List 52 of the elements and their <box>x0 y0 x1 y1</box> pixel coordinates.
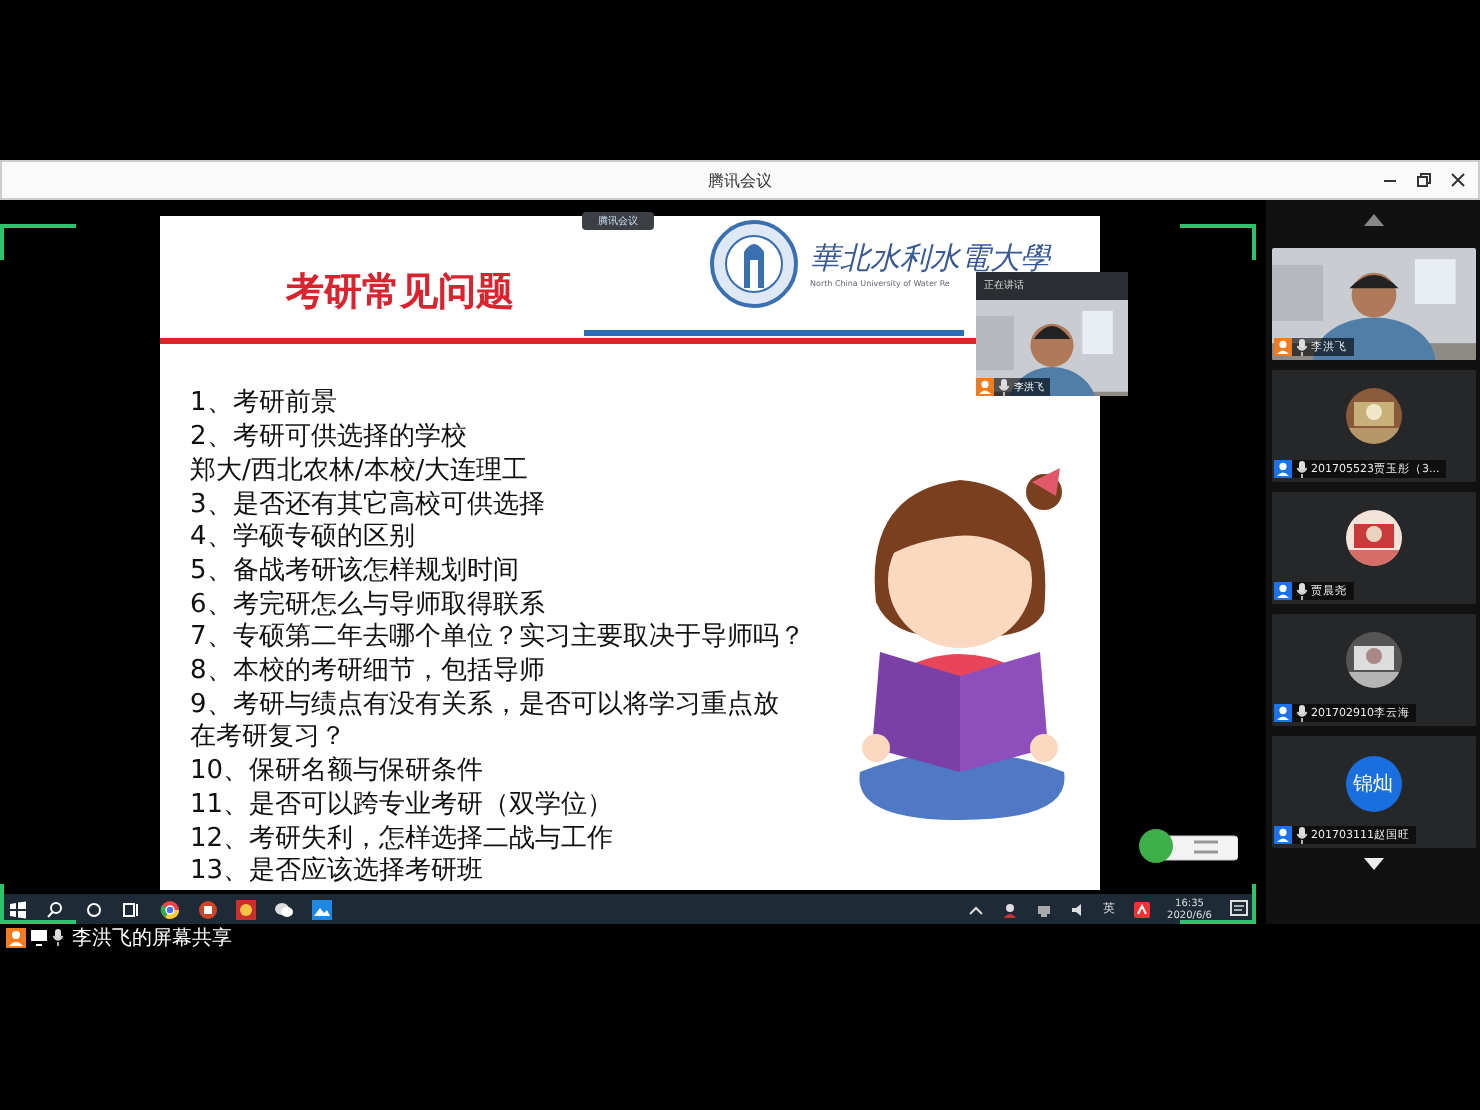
question-text: 10、保研名额与保研条件 <box>190 756 486 790</box>
close-icon[interactable] <box>1450 172 1466 188</box>
windows-start-icon[interactable] <box>8 899 28 919</box>
speaker-icon[interactable] <box>1069 901 1086 917</box>
app-icon[interactable] <box>236 899 256 919</box>
avatar-initials: 锦灿 <box>1345 756 1401 812</box>
question-text: 在考研复习？ <box>190 722 348 756</box>
question-text: 12、考研失利，怎样选择二战与工作 <box>190 823 616 856</box>
microphone-icon <box>1295 338 1307 356</box>
restore-icon[interactable] <box>1416 172 1432 188</box>
scroll-down-icon[interactable] <box>1363 858 1383 870</box>
question-text: 1、考研前景 <box>190 388 339 422</box>
question-text: 2、考研可供选择的学校 <box>190 422 469 456</box>
university-name: 華北水利水電大學 <box>810 240 1050 278</box>
question-text: 11、是否可以跨专业考研（双学位） <box>190 789 616 824</box>
question-text: 13、是否应该选择考研班 <box>190 856 486 890</box>
question-text: 8、本校的考研细节，包括导师 <box>190 656 547 690</box>
chat-icon[interactable] <box>274 899 294 919</box>
screen-share-icon <box>30 928 48 946</box>
search-icon[interactable] <box>46 899 66 919</box>
microphone-icon <box>1295 582 1307 600</box>
slide-title: 考研常见问题 <box>286 267 514 318</box>
chevron-up-icon[interactable] <box>967 901 984 917</box>
notification-icon[interactable] <box>1230 900 1248 918</box>
share-frame-corner <box>0 224 76 260</box>
question-text: 6、考完研怎么与导师取得联系 <box>190 589 547 622</box>
photos-icon[interactable] <box>312 899 332 919</box>
screen-share-label: 李洪飞的屏幕共享 <box>72 925 232 951</box>
share-frame-corner <box>1180 224 1256 260</box>
question-text: 7、专硕第二年去哪个单位？实习主要取决于导师吗？ <box>190 622 807 656</box>
microphone-icon <box>52 928 64 946</box>
microphone-icon <box>1295 704 1307 722</box>
presentation-app-icon[interactable] <box>198 899 218 919</box>
question-text: 5、备战考研该怎样规划时间 <box>190 555 521 590</box>
app-icon[interactable] <box>1133 901 1150 917</box>
window-title: 腾讯会议 <box>708 169 772 191</box>
question-text: 4、学硕专硕的区别 <box>190 522 417 556</box>
question-text: 9、考研与绩点有没有关系，是否可以将学习重点放 <box>190 689 781 722</box>
browser-icon[interactable] <box>160 899 180 919</box>
microphone-icon <box>1295 826 1307 844</box>
question-text: 3、是否还有其它高校可供选择 <box>190 489 547 522</box>
share-frame-corner <box>0 884 76 924</box>
scroll-up-icon[interactable] <box>1363 214 1383 226</box>
question-text: 郑大/西北农林/本校/大连理工 <box>190 455 531 490</box>
person-icon[interactable] <box>1001 901 1018 917</box>
microphone-icon <box>1295 460 1307 478</box>
task-view-icon[interactable] <box>122 899 142 919</box>
network-icon[interactable] <box>1035 901 1052 917</box>
person-icon <box>6 927 26 947</box>
microphone-icon <box>998 378 1010 396</box>
circle-icon[interactable] <box>84 899 104 919</box>
network-speed-widget-icon <box>1138 828 1238 864</box>
